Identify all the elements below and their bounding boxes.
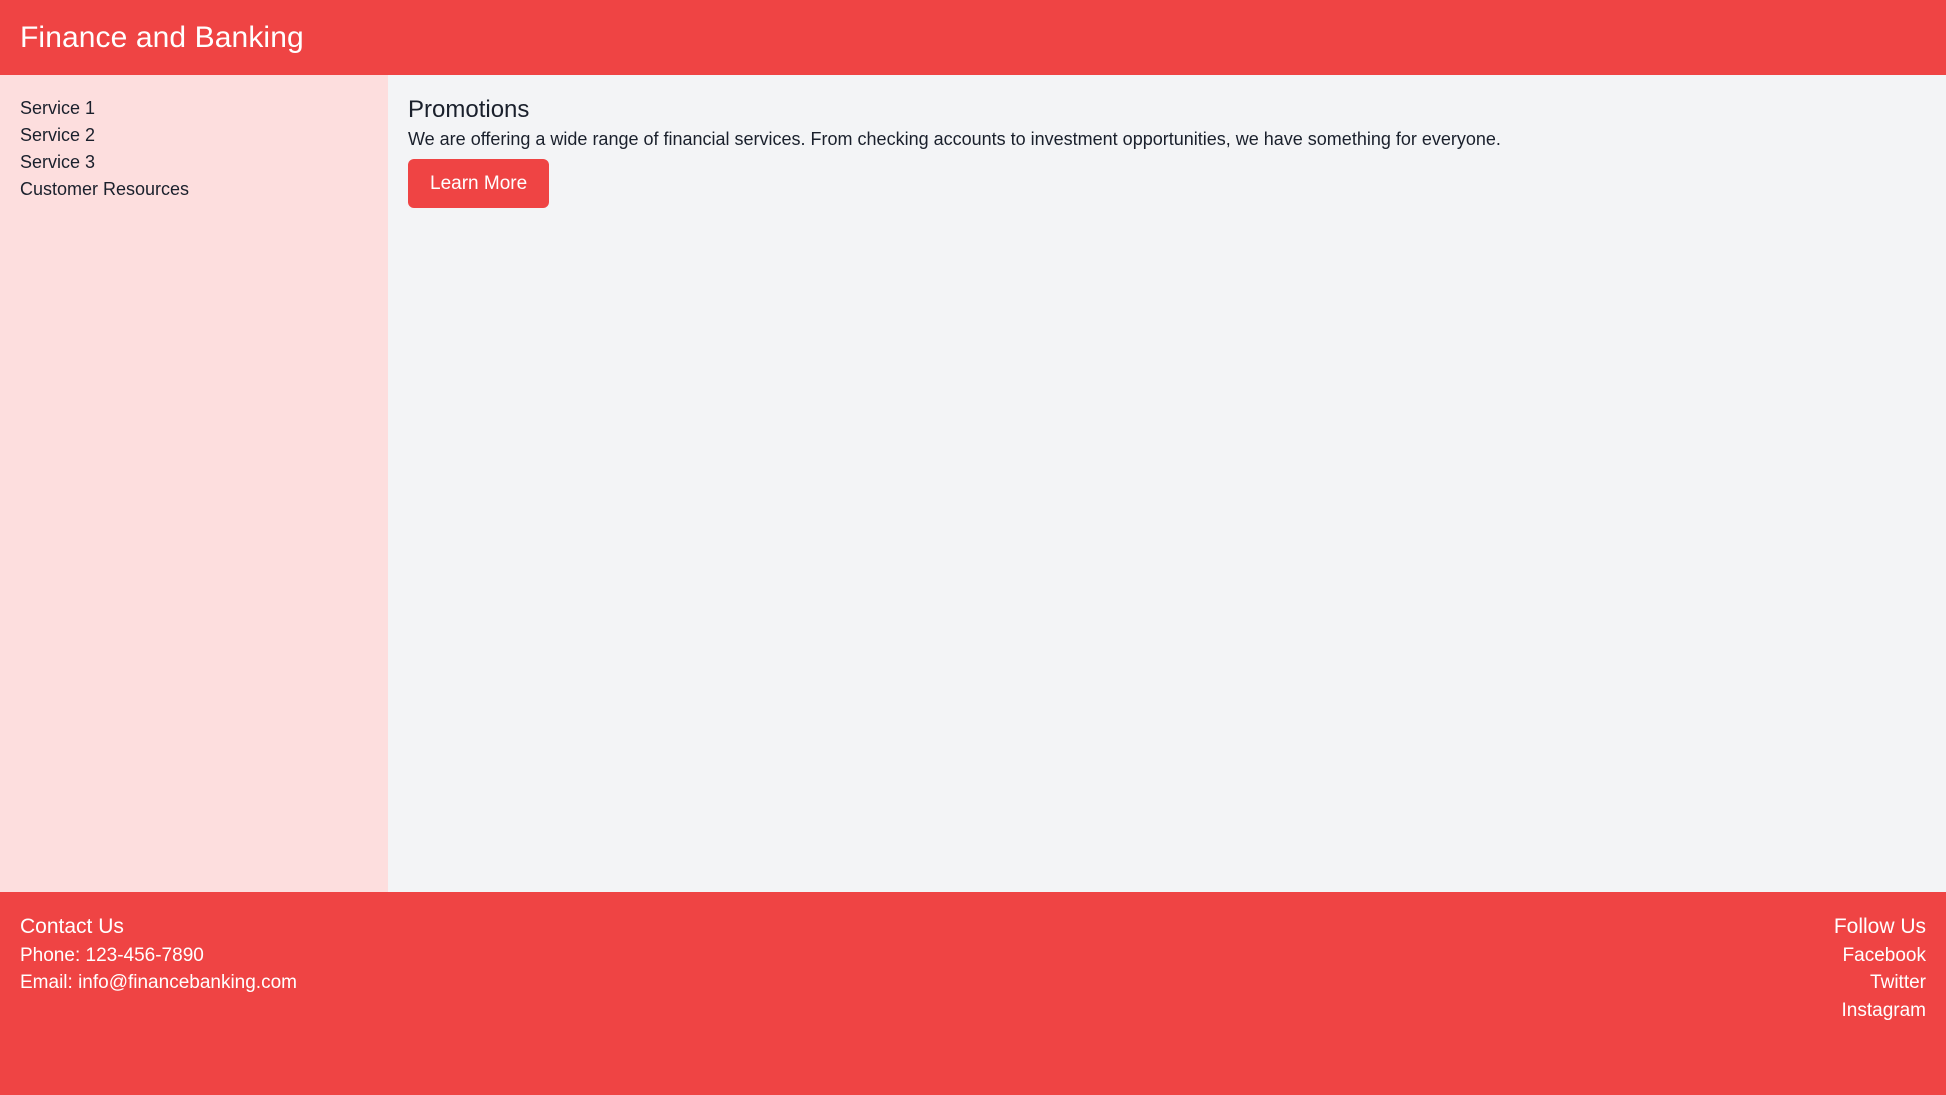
sidebar-nav: Service 1 Service 2 Service 3 Customer R… bbox=[20, 95, 368, 203]
contact-phone: Phone: 123-456-7890 bbox=[20, 944, 204, 966]
content-area: Service 1 Service 2 Service 3 Customer R… bbox=[0, 75, 1946, 892]
learn-more-button[interactable]: Learn More bbox=[408, 158, 550, 208]
social-link-instagram[interactable]: Instagram bbox=[1834, 997, 1926, 1025]
main-content: Promotions We are offering a wide range … bbox=[388, 75, 1946, 892]
sidebar-item-customer-resources[interactable]: Customer Resources bbox=[20, 176, 368, 203]
promotions-heading: Promotions bbox=[408, 96, 530, 124]
contact-us-heading: Contact Us bbox=[20, 915, 124, 938]
sidebar-item-service-1[interactable]: Service 1 bbox=[20, 95, 368, 122]
sidebar: Service 1 Service 2 Service 3 Customer R… bbox=[0, 75, 388, 892]
follow-us-heading: Follow Us bbox=[1833, 915, 1926, 938]
contact-email: Email: info@financebanking.com bbox=[20, 972, 297, 994]
site-footer: Contact Us Phone: 123-456-7890 Email: in… bbox=[0, 892, 1946, 1095]
footer-social-column: Follow Us Facebook Twitter Instagram bbox=[1834, 912, 1926, 1024]
sidebar-item-service-2[interactable]: Service 2 bbox=[20, 122, 368, 149]
social-link-twitter[interactable]: Twitter bbox=[1834, 969, 1926, 997]
promotions-description: We are offering a wide range of financia… bbox=[408, 128, 1501, 149]
sidebar-item-service-3[interactable]: Service 3 bbox=[20, 149, 368, 176]
social-link-facebook[interactable]: Facebook bbox=[1834, 942, 1926, 970]
footer-contact-column: Contact Us Phone: 123-456-7890 Email: in… bbox=[20, 912, 297, 997]
page-title: Finance and Banking bbox=[20, 21, 304, 54]
site-header: Finance and Banking bbox=[0, 0, 1946, 76]
